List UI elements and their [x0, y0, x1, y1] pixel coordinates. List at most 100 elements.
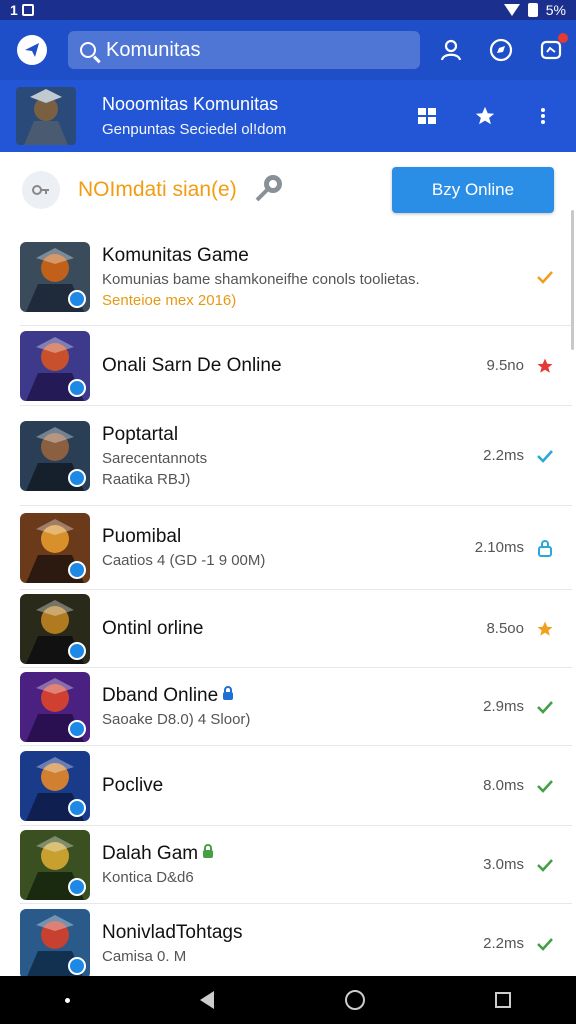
grid-view-icon[interactable] [414, 103, 440, 129]
status-bar: 1 5% [0, 0, 576, 20]
game-avatar [20, 829, 90, 900]
item-title-text: Ontinl orline [102, 617, 204, 639]
list-item[interactable]: Dband Online Saoake D8.0) 4 Sloor) 2.9ms [20, 668, 572, 746]
profile-icon[interactable] [438, 37, 464, 63]
item-title-text: Dalah Gam [102, 843, 199, 864]
item-detail: Senteioe mex 2016) [102, 291, 237, 309]
item-title: Poptartal [102, 424, 483, 446]
tag-icon[interactable] [253, 174, 285, 207]
item-title: Poclive [102, 775, 483, 797]
community-thumbnail[interactable] [16, 87, 76, 145]
battery-level: 5% [545, 2, 566, 18]
check-icon[interactable] [534, 775, 556, 797]
item-size: 2.2ms [483, 935, 524, 952]
item-title-text: Onali Sarn De Online [102, 354, 282, 376]
app-logo-icon[interactable] [12, 30, 52, 70]
list-item[interactable]: Komunitas Game Komunias bame shamkoneifhe… [20, 228, 572, 326]
star-icon[interactable] [534, 618, 556, 640]
more-options-icon[interactable] [530, 103, 556, 129]
mode-label: NOImdati sian(e) [78, 178, 237, 201]
verified-badge-icon [68, 956, 86, 975]
item-size: 3.0ms [483, 856, 524, 873]
item-subtitle: Komunias bame shamkoneifhe conols toolie… [102, 270, 420, 288]
list-item[interactable]: Poclive 8.0ms [20, 746, 572, 826]
game-avatar [20, 330, 90, 401]
item-size: 2.9ms [483, 698, 524, 715]
explore-icon[interactable] [488, 37, 514, 63]
app-bar: Komunitas [0, 20, 576, 80]
list-item[interactable]: Ontinl orline 8.5oo [20, 590, 572, 668]
online-button[interactable]: Bzy Online [392, 167, 554, 213]
item-title-text: Puomibal [102, 526, 182, 547]
battery-icon [527, 3, 538, 17]
list-item[interactable]: NonivladTohtags Camisa 0. M 2.2ms [20, 904, 572, 976]
wifi-icon [503, 4, 520, 16]
home-icon[interactable] [344, 990, 365, 1010]
back-icon[interactable] [200, 991, 215, 1009]
favorite-star-icon[interactable] [472, 103, 498, 129]
verified-badge-icon [68, 641, 86, 660]
game-avatar [20, 750, 90, 821]
item-title: NonivladTohtags [102, 922, 483, 944]
item-title: Komunitas Game [102, 245, 534, 267]
notification-icon [21, 4, 34, 16]
item-title-text: Komunitas Game [102, 244, 249, 266]
item-title-text: Poclive [102, 774, 164, 796]
item-detail: Raatika RBJ) [102, 470, 191, 488]
item-subtitle: Saoake D8.0) 4 Sloor) [102, 711, 251, 728]
game-avatar [20, 512, 90, 583]
item-title-text: NonivladTohtags [102, 922, 243, 943]
game-list: Komunitas Game Komunias bame shamkoneifhe… [0, 228, 576, 976]
verified-badge-icon [68, 877, 86, 896]
item-size: 9.5no [486, 357, 524, 374]
item-title-text: Poptartal [102, 423, 179, 445]
item-title: Ontinl orline [102, 618, 486, 640]
item-size: 2.2ms [483, 447, 524, 464]
community-header: Nooomitas Komunitas Genpuntas Seciedel o… [0, 80, 576, 152]
item-title: Puomibal [102, 526, 475, 548]
verified-badge-icon [68, 719, 86, 738]
item-title: Dband Online [102, 685, 483, 707]
list-item[interactable]: Puomibal Caatios 4 (GD -1 9 00M) 2.10ms [20, 506, 572, 590]
navigation-bar [0, 976, 576, 1024]
item-size: 2.10ms [474, 539, 524, 556]
search-text: Komunitas [106, 38, 201, 61]
lock-icon [222, 686, 234, 705]
check-icon[interactable] [534, 933, 556, 955]
item-subtitle: Sarecentannots [102, 449, 208, 467]
lock-icon[interactable] [534, 537, 556, 559]
scrollbar[interactable] [571, 210, 574, 350]
community-title: Nooomitas Komunitas [102, 94, 279, 114]
check-icon[interactable] [534, 854, 556, 876]
verified-badge-icon [68, 798, 86, 817]
notifications-icon[interactable] [538, 33, 568, 63]
list-item[interactable]: Onali Sarn De Online 9.5no [20, 326, 572, 406]
item-size: 8.5oo [486, 620, 524, 637]
nav-dot-icon [65, 997, 71, 1003]
star-icon[interactable] [534, 355, 556, 377]
game-avatar [20, 671, 90, 742]
verified-badge-icon [68, 468, 86, 487]
item-subtitle: Kontica D&d6 [102, 869, 194, 886]
verified-badge-icon [68, 560, 86, 579]
game-avatar [20, 908, 90, 976]
item-subtitle: Camisa 0. M [102, 948, 187, 965]
check-icon[interactable] [534, 445, 556, 467]
check-icon[interactable] [534, 266, 556, 288]
list-item[interactable]: Dalah Gam Kontica D&d6 3.0ms [20, 826, 572, 904]
lock-icon [202, 844, 214, 863]
item-subtitle: Caatios 4 (GD -1 9 00M) [102, 552, 266, 569]
status-row: NOImdati sian(e) Bzy Online [0, 152, 576, 228]
game-avatar [20, 241, 90, 312]
recent-apps-icon[interactable] [494, 992, 511, 1008]
check-icon[interactable] [534, 696, 556, 718]
status-time: 1 [10, 2, 18, 18]
game-avatar [20, 593, 90, 664]
item-title: Dalah Gam [102, 843, 483, 865]
list-item[interactable]: Poptartal Sarecentannots Raatika RBJ) 2.2ms [20, 406, 572, 506]
notification-badge [558, 33, 568, 43]
search-icon [80, 42, 96, 58]
search-input[interactable]: Komunitas [68, 31, 420, 69]
key-icon[interactable] [22, 171, 60, 209]
item-size: 8.0ms [483, 777, 524, 794]
